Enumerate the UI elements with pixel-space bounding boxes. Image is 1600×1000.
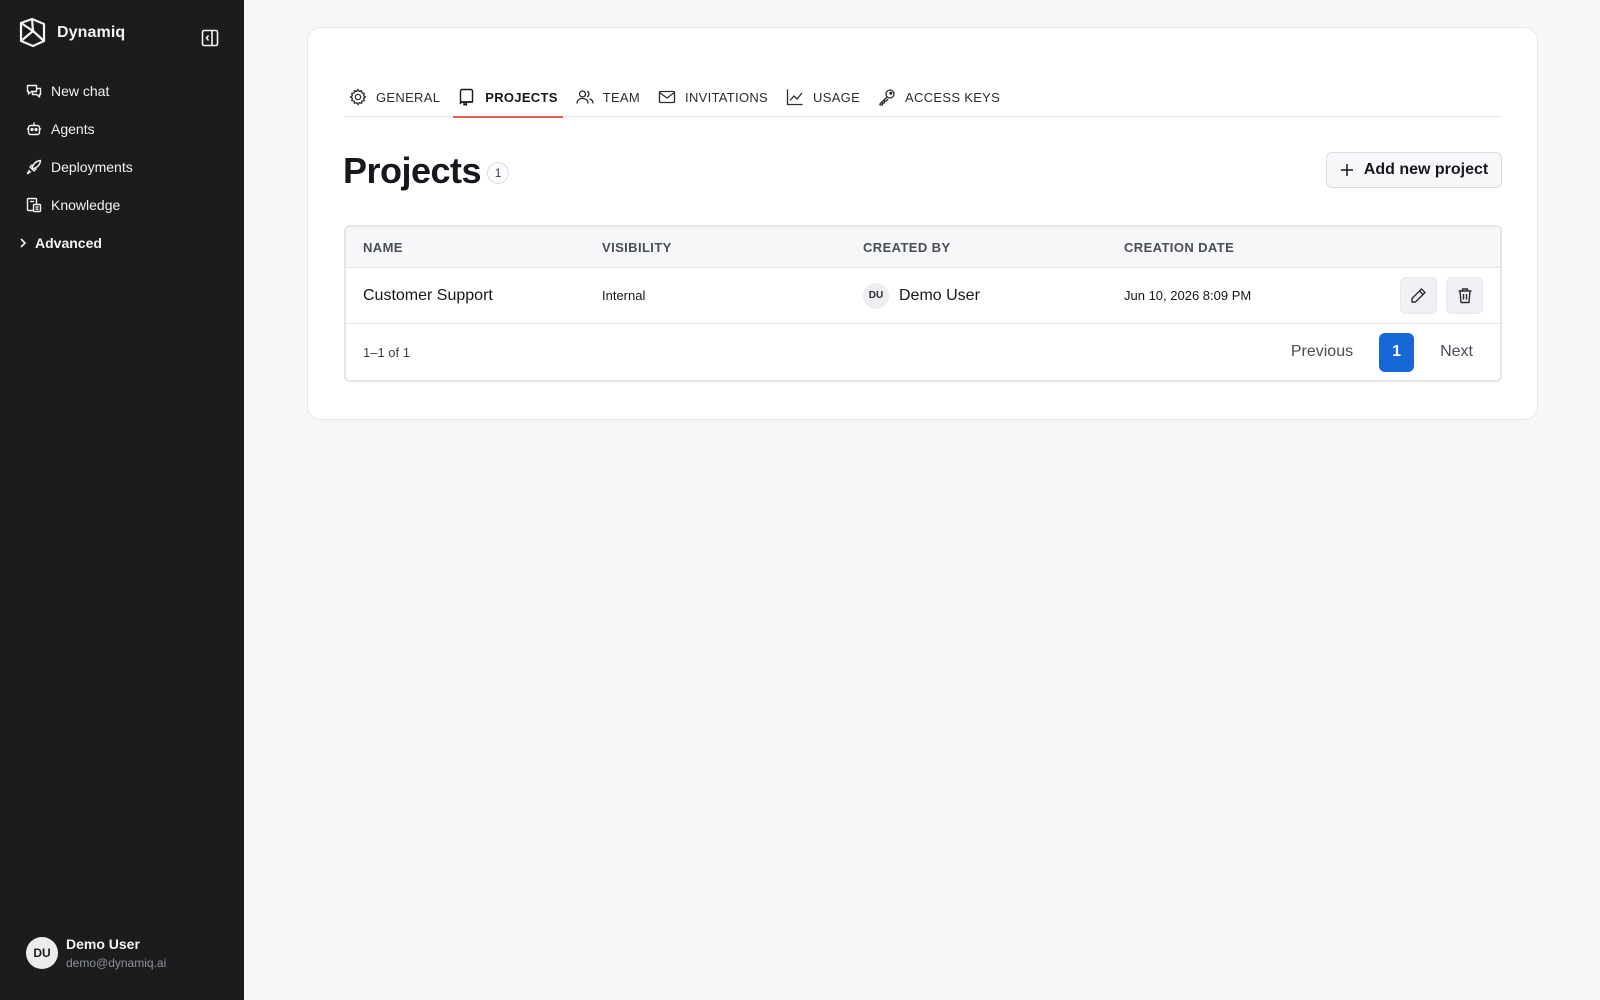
tab-label: PROJECTS xyxy=(485,89,558,105)
projects-card: GENERAL PROJECTS TEAM INVITATIONS USAGE … xyxy=(307,27,1538,420)
brand-name: Dynamiq xyxy=(57,23,126,41)
tab-projects[interactable]: PROJECTS xyxy=(453,77,564,118)
tab-team[interactable]: TEAM xyxy=(571,77,645,117)
next-page-button[interactable]: Next xyxy=(1430,343,1483,361)
line-chart-icon xyxy=(786,88,804,106)
user-info: Demo User demo@dynamiq.ai xyxy=(66,936,166,970)
add-new-project-button[interactable]: Add new project xyxy=(1326,152,1502,188)
sidebar-toggle-icon xyxy=(201,29,219,47)
sidebar-item-label: Knowledge xyxy=(51,197,121,213)
gear-icon xyxy=(349,88,367,106)
chat-bubbles-icon xyxy=(26,83,42,99)
sidebar-item-label: New chat xyxy=(51,83,110,99)
page-title: Projects xyxy=(343,150,482,191)
created-by-cell: DU Demo User xyxy=(863,282,1124,309)
sidebar-item-knowledge[interactable]: Knowledge xyxy=(0,186,244,224)
tab-label: USAGE xyxy=(813,89,861,105)
trash-icon xyxy=(1457,287,1473,304)
page-1-button[interactable]: 1 xyxy=(1379,332,1415,372)
previous-page-button[interactable]: Previous xyxy=(1281,343,1363,361)
knowledge-docs-icon xyxy=(26,197,42,213)
sidebar-collapse-button[interactable] xyxy=(198,26,222,50)
table-row[interactable]: Customer Support Internal DU Demo User J… xyxy=(346,268,1500,324)
tab-label: ACCESS KEYS xyxy=(905,89,1001,105)
avatar: DU xyxy=(26,937,58,969)
folder-icon xyxy=(458,88,476,106)
sidebar-item-new-chat[interactable]: New chat xyxy=(0,72,244,110)
table-footer: 1–1 of 1 Previous 1 Next xyxy=(346,324,1500,380)
tab-label: GENERAL xyxy=(376,89,441,105)
sidebar-nav: New chat Agents Deployments Knowledge Ad… xyxy=(0,72,244,262)
user-profile[interactable]: DU Demo User demo@dynamiq.ai xyxy=(26,936,166,970)
user-email: demo@dynamiq.ai xyxy=(66,956,167,970)
column-header-creation-date[interactable]: CREATION DATE xyxy=(1124,240,1376,255)
tab-label: INVITATIONS xyxy=(685,89,769,105)
brand[interactable]: Dynamiq xyxy=(18,17,125,48)
page-heading: Projects 1 xyxy=(343,150,510,192)
pagination-range: 1–1 of 1 xyxy=(363,344,410,360)
projects-table: NAME VISIBILITY CREATED BY CREATION DATE… xyxy=(344,225,1502,382)
pencil-icon xyxy=(1410,287,1427,304)
plus-icon xyxy=(1340,163,1354,177)
sidebar-item-label: Deployments xyxy=(51,159,133,175)
column-header-created-by[interactable]: CREATED BY xyxy=(863,240,1124,255)
user-name: Demo User xyxy=(66,936,140,952)
sidebar-item-label: Advanced xyxy=(35,235,102,251)
users-icon xyxy=(576,88,594,106)
add-new-project-label: Add new project xyxy=(1363,161,1489,178)
pagination: Previous 1 Next xyxy=(1281,332,1483,372)
sidebar: Dynamiq New chat Agents Deployments Know… xyxy=(0,0,244,1000)
tab-usage[interactable]: USAGE xyxy=(781,77,865,117)
envelope-icon xyxy=(658,88,676,106)
project-count-badge: 1 xyxy=(487,162,510,184)
robot-icon xyxy=(26,121,42,137)
delete-project-button[interactable] xyxy=(1446,277,1483,314)
creator: DU Demo User xyxy=(863,282,1124,309)
settings-tabs: GENERAL PROJECTS TEAM INVITATIONS USAGE … xyxy=(344,77,1501,118)
project-name[interactable]: Customer Support xyxy=(363,287,493,304)
key-icon xyxy=(878,88,896,106)
visibility-cell: Internal xyxy=(602,288,646,303)
edit-project-button[interactable] xyxy=(1400,277,1437,314)
tab-access-keys[interactable]: ACCESS KEYS xyxy=(873,77,1005,117)
creator-name: Demo User xyxy=(899,286,980,304)
table-header: NAME VISIBILITY CREATED BY CREATION DATE xyxy=(346,227,1500,268)
sidebar-item-label: Agents xyxy=(51,121,95,137)
column-header-name[interactable]: NAME xyxy=(346,240,602,255)
column-header-visibility[interactable]: VISIBILITY xyxy=(602,240,863,255)
creation-date-cell: Jun 10, 2026 8:09 PM xyxy=(1124,288,1252,303)
project-name-cell: Customer Support xyxy=(346,287,602,305)
tab-general[interactable]: GENERAL xyxy=(344,77,445,117)
rocket-icon xyxy=(26,159,42,175)
dynamiq-logo-icon xyxy=(18,17,47,48)
sidebar-item-advanced[interactable]: Advanced xyxy=(0,224,244,262)
sidebar-item-agents[interactable]: Agents xyxy=(0,110,244,148)
row-actions xyxy=(1376,277,1500,314)
tab-label: TEAM xyxy=(602,89,641,105)
avatar: DU xyxy=(863,282,889,309)
chevron-right-icon xyxy=(18,237,28,249)
tab-invitations[interactable]: INVITATIONS xyxy=(653,77,773,117)
sidebar-item-deployments[interactable]: Deployments xyxy=(0,148,244,186)
